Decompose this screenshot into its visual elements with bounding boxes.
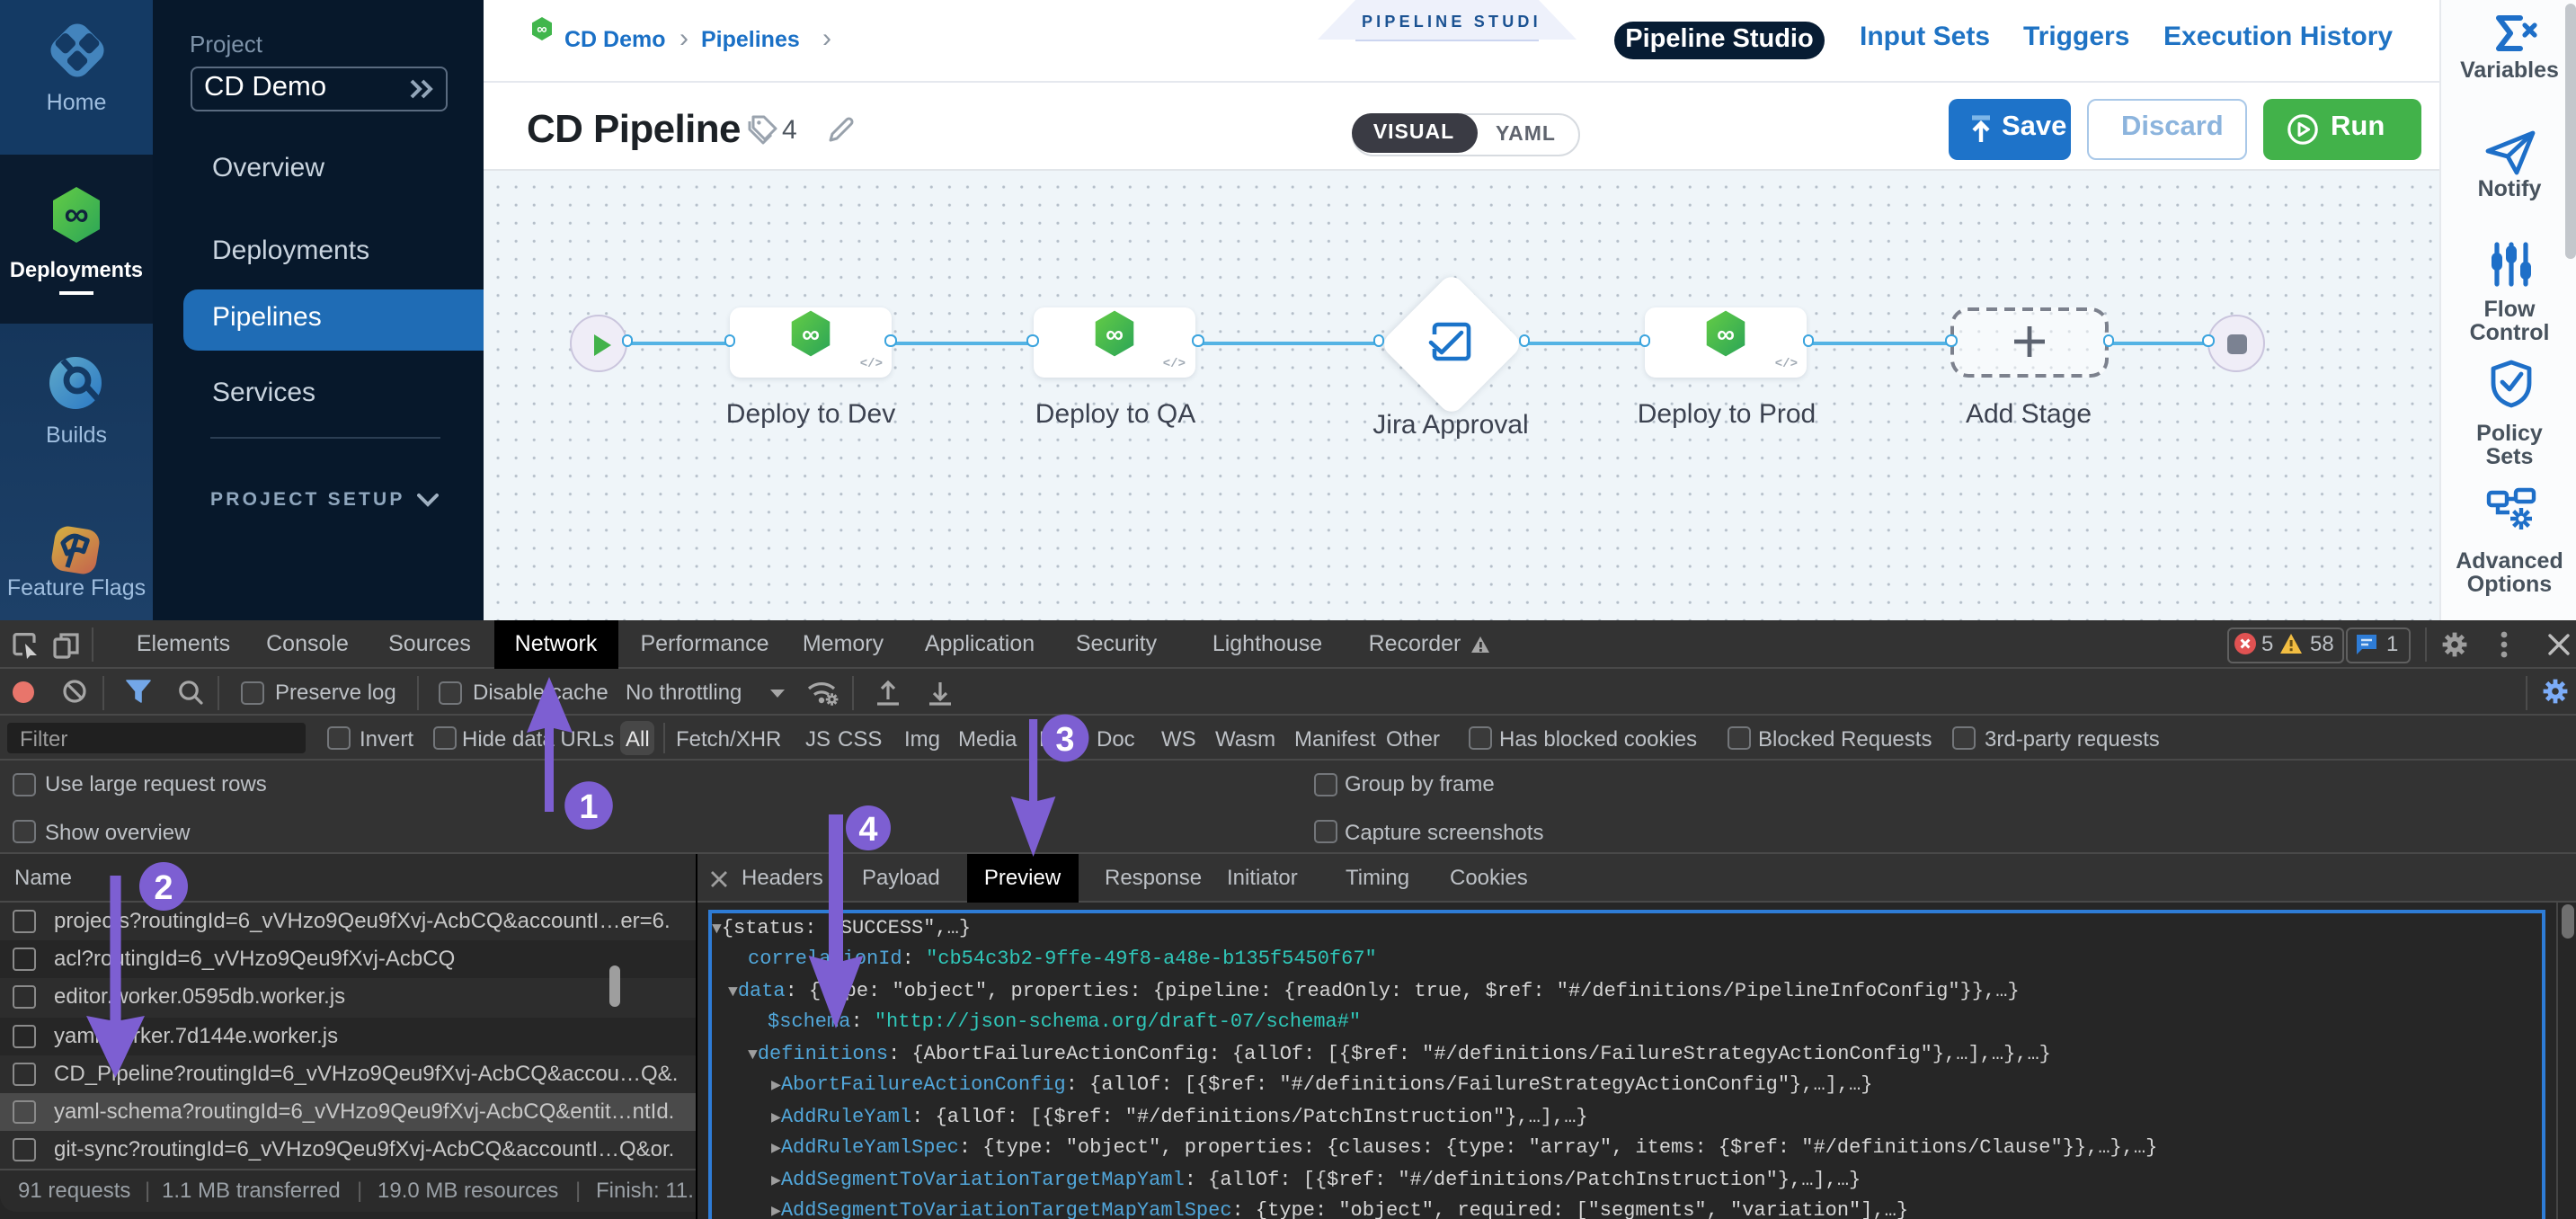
svg-text:∞: ∞	[802, 319, 820, 347]
svg-text:∞: ∞	[537, 22, 546, 38]
svg-text:∞: ∞	[64, 196, 88, 234]
svg-text:∞: ∞	[1105, 319, 1123, 347]
svg-text:∞: ∞	[1717, 319, 1735, 347]
